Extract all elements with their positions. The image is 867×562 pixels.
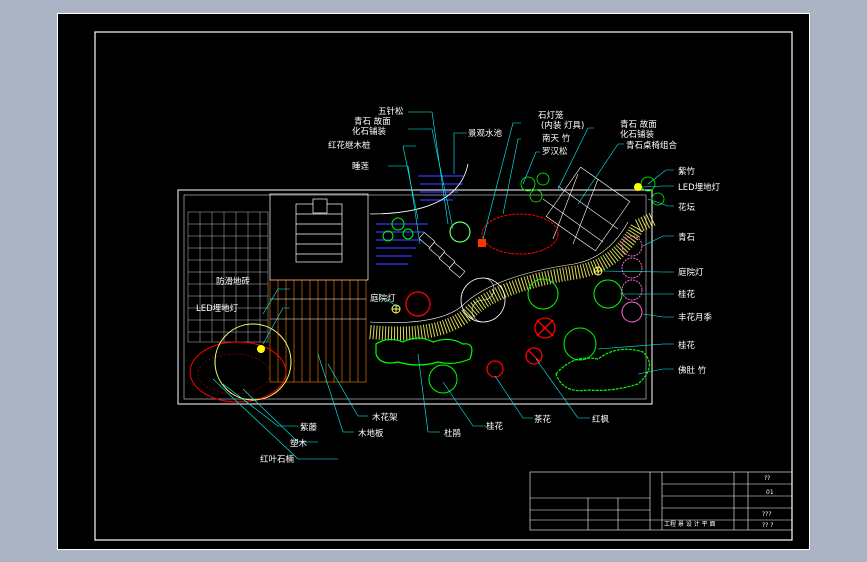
site-outline-inner bbox=[183, 194, 647, 400]
title-field-b: ??? bbox=[762, 511, 772, 518]
led-light-right bbox=[634, 183, 642, 191]
label-qingshi-2b: 化石铺装 bbox=[620, 129, 655, 140]
title-drawing-name: 工程 景 设 计 平 面 bbox=[664, 520, 716, 528]
label-shuilian: 睡莲 bbox=[352, 161, 370, 172]
leader-lines bbox=[212, 111, 674, 460]
green-shrub-bed bbox=[375, 337, 650, 392]
water-pool bbox=[376, 175, 463, 265]
label-suomu: 塑木 bbox=[290, 438, 308, 449]
red-shrub-left bbox=[189, 341, 287, 403]
label-huatan: 花坛 bbox=[678, 202, 696, 213]
garden-lamps bbox=[391, 266, 603, 314]
label-zizhu: 紫竹 bbox=[678, 166, 696, 177]
stone-lantern bbox=[478, 239, 486, 247]
sheet-border bbox=[94, 31, 793, 541]
label-tingyuan-1: 庭院灯 bbox=[678, 267, 704, 278]
plant-labels: 五针松 青石 故面 化石铺装 红花继木桩 睡莲 景观水池 石灯笼 (内装 灯具)… bbox=[196, 106, 721, 465]
label-qingshi-2: 青石 故面 bbox=[620, 119, 657, 130]
landscape-plan-drawing: 五针松 青石 故面 化石铺装 红花继木桩 睡莲 景观水池 石灯笼 (内装 灯具)… bbox=[94, 31, 793, 541]
title-field-a: ?? bbox=[764, 475, 770, 482]
label-qingshi-1: 青石 故面 bbox=[354, 116, 391, 127]
label-led-1: LED埋地灯 bbox=[678, 182, 721, 193]
label-mudiban: 木地板 bbox=[358, 428, 384, 439]
title-block bbox=[529, 471, 793, 531]
label-guihua-3: 桂花 bbox=[486, 421, 504, 432]
title-field-c: ?? ? bbox=[762, 522, 773, 529]
led-light-left bbox=[257, 345, 265, 353]
label-qingshi-1b: 化石铺装 bbox=[352, 126, 387, 137]
label-fudu: 佛肚 竹 bbox=[678, 365, 707, 376]
label-guihua-2: 桂花 bbox=[678, 340, 696, 351]
label-hongshi-mu: 红花继木桩 bbox=[328, 140, 371, 151]
label-ziteng: 紫藤 bbox=[300, 422, 318, 433]
stair-building bbox=[269, 193, 369, 281]
label-dujuan: 杜鹃 bbox=[444, 428, 461, 439]
pool-edge bbox=[369, 163, 469, 215]
label-led-2: LED埋地灯 bbox=[196, 303, 239, 314]
label-hongye: 红叶石楠 bbox=[260, 454, 295, 465]
label-nantian: 南天 竹 bbox=[542, 133, 571, 144]
label-luohan: 罗汉松 bbox=[542, 146, 568, 157]
site-outline bbox=[177, 189, 653, 405]
label-muhuajia: 木花架 bbox=[372, 412, 398, 423]
label-wuzhensong: 五针松 bbox=[378, 106, 404, 117]
label-qingshi-4: 青石 bbox=[678, 232, 695, 243]
stepping-stones bbox=[418, 232, 466, 278]
cad-viewport[interactable]: 五针松 青石 故面 化石铺装 红花继木桩 睡莲 景观水池 石灯笼 (内装 灯具)… bbox=[57, 13, 810, 550]
pine-tree bbox=[449, 221, 471, 243]
wisteria-circle bbox=[214, 323, 292, 401]
bamboo-clumps bbox=[520, 172, 665, 206]
path-edge bbox=[369, 221, 629, 323]
label-guihua-1: 桂花 bbox=[678, 289, 696, 300]
rose-bed bbox=[621, 235, 643, 323]
label-shideng-1: 石灯笼 bbox=[538, 110, 564, 121]
label-jingguan: 景观水池 bbox=[468, 128, 503, 139]
label-hongfeng: 红枫 bbox=[592, 414, 610, 425]
label-qingshi-3: 青石桌椅组合 bbox=[626, 140, 678, 151]
label-fanghua: 防滑地砖 bbox=[216, 276, 251, 287]
label-shideng-2: (内装 灯具) bbox=[541, 120, 584, 131]
label-chahua: 茶花 bbox=[534, 414, 552, 425]
title-sheet-no: 01 bbox=[766, 489, 774, 496]
wood-deck bbox=[269, 279, 367, 383]
label-tingyuan-2: 庭院灯 bbox=[370, 293, 396, 304]
red-shrub-top bbox=[481, 213, 559, 255]
label-fengyue: 丰花月季 bbox=[678, 312, 713, 323]
